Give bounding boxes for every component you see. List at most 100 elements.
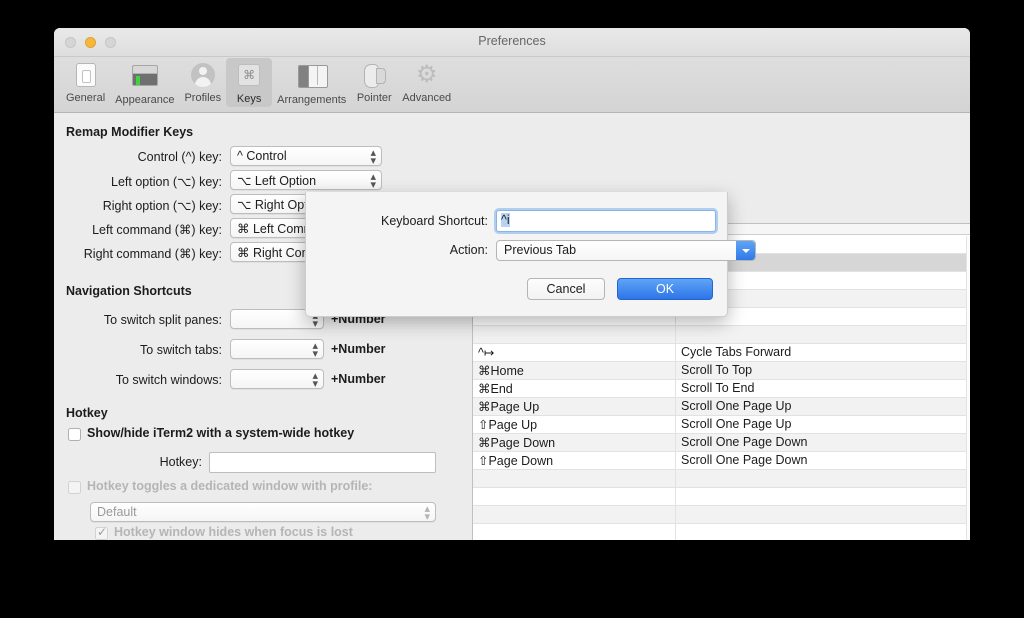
- checkbox-dedicated-window[interactable]: [68, 481, 81, 494]
- cell-keyboard-shortcut: ⌘Page Down: [473, 434, 676, 451]
- cell-action: Scroll To Top: [681, 363, 753, 377]
- popup-switch-tabs[interactable]: ▴ ▾: [230, 339, 324, 359]
- suffix-tabs: +Number: [331, 342, 386, 356]
- cell-action: Scroll One Page Up: [681, 399, 792, 413]
- cell-keyboard-shortcut: ⌘Page Up: [473, 398, 676, 415]
- checkbox-show-hide-hotkey[interactable]: [68, 428, 81, 441]
- cell-action: [676, 326, 966, 343]
- popup-hotkey-profile[interactable]: Default ▴ ▾: [90, 502, 436, 522]
- cell-keyboard-shortcut: ^↦: [473, 344, 676, 361]
- cell-action: [676, 506, 966, 523]
- action-select-value: Previous Tab: [504, 243, 577, 257]
- label-dedicated-window: Hotkey toggles a dedicated window with p…: [87, 479, 373, 493]
- toolbar-item-profiles[interactable]: Profiles: [179, 58, 226, 106]
- cell-action: Cycle Tabs Forward: [681, 345, 792, 359]
- cell-keyboard-shortcut: ⌘Home: [473, 362, 676, 379]
- ok-button[interactable]: OK: [617, 278, 713, 300]
- label-hotkey-field: Hotkey:: [159, 455, 202, 469]
- table-row[interactable]: ⌘Page Down Scroll One Page Down: [473, 434, 966, 452]
- toolbar-item-arrangements[interactable]: Arrangements: [272, 58, 351, 108]
- label-switch-tabs: To switch tabs:: [140, 343, 222, 357]
- cell-action: Scroll One Page Up: [681, 417, 792, 431]
- label-hotkey-hides: Hotkey window hides when focus is lost: [114, 525, 353, 539]
- cell-action: Scroll To End: [681, 381, 755, 395]
- chevron-down-icon: [736, 241, 755, 260]
- keys-left-pane: Remap Modifier Keys Control (^) key: ^ C…: [54, 113, 454, 540]
- section-hotkey: Hotkey: [66, 406, 108, 420]
- table-row[interactable]: [473, 470, 966, 488]
- cancel-button[interactable]: Cancel: [527, 278, 605, 300]
- window-titlebar: Preferences: [54, 28, 970, 57]
- popup-value-left-option: ⌥ Left Option: [237, 174, 317, 188]
- toolbar-label-profiles: Profiles: [184, 92, 222, 104]
- table-row[interactable]: [473, 524, 966, 540]
- table-row[interactable]: [473, 488, 966, 506]
- pointer-icon: [359, 63, 389, 91]
- table-row[interactable]: ^↦ Cycle Tabs Forward: [473, 344, 966, 362]
- cell-keyboard-shortcut: [473, 470, 676, 487]
- label-show-hide-hotkey: Show/hide iTerm2 with a system-wide hotk…: [87, 426, 355, 440]
- window-title: Preferences: [478, 34, 546, 48]
- toolbar-label-general: General: [66, 92, 106, 104]
- cell-keyboard-shortcut: [473, 488, 676, 505]
- table-row[interactable]: [473, 506, 966, 524]
- preferences-window: Preferences General Appearance Profiles …: [54, 28, 970, 540]
- cell-action: Scroll One Page Down: [681, 435, 808, 449]
- table-row[interactable]: ⌘End Scroll To End: [473, 380, 966, 398]
- advanced-gear-icon: ⚙: [415, 61, 438, 88]
- sheet-label-action: Action:: [449, 243, 488, 257]
- cell-keyboard-shortcut: [473, 326, 676, 343]
- label-right-command-key: Right command (⌘) key:: [83, 247, 222, 261]
- cell-action: [676, 470, 966, 487]
- label-switch-split-panes: To switch split panes:: [103, 313, 222, 327]
- ok-label: OK: [655, 282, 675, 296]
- popup-value-hotkey-profile: Default: [97, 505, 137, 519]
- preferences-toolbar: General Appearance Profiles ⌘ Keys Arran…: [54, 57, 970, 113]
- table-row[interactable]: ⌘Home Scroll To Top: [473, 362, 966, 380]
- keyboard-shortcut-input[interactable]: ^i: [496, 210, 716, 232]
- label-control-key: Control (^) key:: [137, 150, 222, 164]
- section-remap-modifier-keys: Remap Modifier Keys: [66, 125, 194, 139]
- cell-keyboard-shortcut: [473, 524, 676, 540]
- table-row[interactable]: ⇧Page Up Scroll One Page Up: [473, 416, 966, 434]
- cancel-label: Cancel: [546, 282, 586, 296]
- preferences-content: Remap Modifier Keys Control (^) key: ^ C…: [54, 113, 970, 540]
- toolbar-item-general[interactable]: General: [61, 58, 110, 106]
- stepper-arrows-icon: ▴▾: [312, 340, 318, 359]
- table-row[interactable]: [473, 326, 966, 344]
- popup-switch-windows[interactable]: ▴ ▾: [230, 369, 324, 389]
- keyboard-shortcut-sheet: Keyboard Shortcut: ^i Action: Previous T…: [305, 192, 756, 317]
- label-switch-windows: To switch windows:: [115, 373, 222, 387]
- cell-keyboard-shortcut: [473, 506, 676, 523]
- toolbar-label-pointer: Pointer: [356, 92, 392, 104]
- keys-icon: ⌘: [234, 64, 264, 92]
- popup-control-key[interactable]: ^ Control ▴ ▾: [230, 146, 382, 166]
- action-select[interactable]: Previous Tab: [496, 240, 756, 261]
- toolbar-item-appearance[interactable]: Appearance: [110, 58, 179, 108]
- cell-action: [676, 524, 966, 540]
- label-left-option-key: Left option (⌥) key:: [111, 175, 222, 189]
- toolbar-item-pointer[interactable]: Pointer: [351, 58, 397, 106]
- toolbar-label-keys: Keys: [236, 93, 262, 105]
- table-row[interactable]: ⌘Page Up Scroll One Page Up: [473, 398, 966, 416]
- stepper-arrows-icon: ▴▾: [370, 147, 376, 166]
- toolbar-label-appearance: Appearance: [115, 94, 175, 106]
- profiles-icon: [188, 63, 218, 91]
- popup-value-control: ^ Control: [237, 149, 287, 163]
- toolbar-item-advanced[interactable]: ⚙ Advanced: [397, 58, 456, 106]
- sheet-label-keyboard-shortcut: Keyboard Shortcut:: [380, 214, 488, 228]
- cell-action: [676, 488, 966, 505]
- toolbar-label-arrangements: Arrangements: [277, 94, 347, 106]
- stepper-arrows-icon: ▴▾: [370, 171, 376, 190]
- popup-left-option-key[interactable]: ⌥ Left Option ▴ ▾: [230, 170, 382, 190]
- cell-keyboard-shortcut: ⌘End: [473, 380, 676, 397]
- toolbar-item-keys[interactable]: ⌘ Keys: [226, 58, 273, 107]
- cell-action: Scroll One Page Down: [681, 453, 808, 467]
- appearance-icon: [130, 65, 160, 93]
- checkbox-hotkey-hides[interactable]: [95, 525, 108, 540]
- cell-keyboard-shortcut: ⇧Page Down: [473, 452, 676, 469]
- cell-keyboard-shortcut: ⇧Page Up: [473, 416, 676, 433]
- table-vertical-scrollbar[interactable]: [966, 236, 970, 540]
- table-row[interactable]: ⇧Page Down Scroll One Page Down: [473, 452, 966, 470]
- hotkey-input[interactable]: [209, 452, 436, 473]
